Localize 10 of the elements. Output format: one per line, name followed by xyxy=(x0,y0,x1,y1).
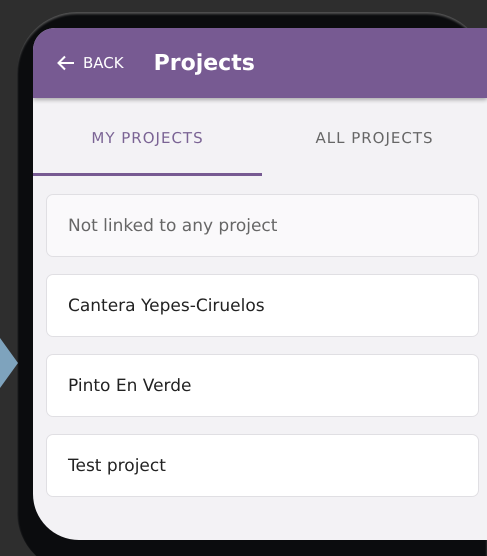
tab[interactable]: ALL PROJECTS xyxy=(262,98,487,176)
back-button[interactable]: BACK xyxy=(57,54,124,72)
project-item[interactable]: Not linked to any project xyxy=(46,194,479,257)
project-item[interactable]: Cantera Yepes-Ciruelos xyxy=(46,274,479,337)
tab[interactable]: MY PROJECTS xyxy=(33,98,262,176)
left-arrow-icon xyxy=(57,55,75,71)
project-item[interactable]: Pinto En Verde xyxy=(46,354,479,417)
pointer-arrow-icon xyxy=(0,338,20,388)
screen-title: Projects xyxy=(154,50,255,76)
project-item[interactable]: Test project xyxy=(46,434,479,497)
